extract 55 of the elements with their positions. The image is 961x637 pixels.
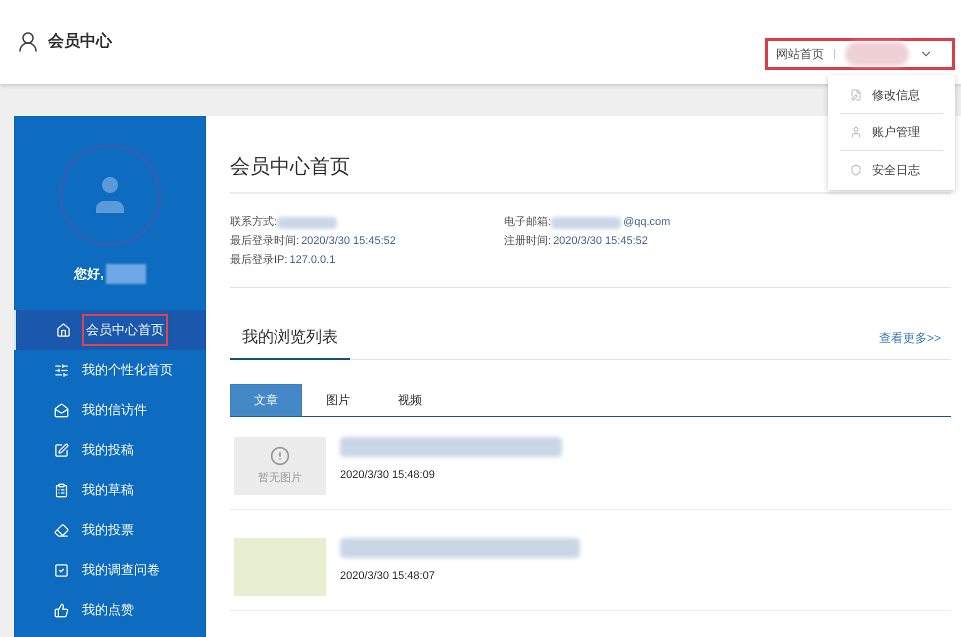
section-tab[interactable]: 我的浏览列表 [230,326,350,360]
info-value: @qq.com [623,215,670,230]
tab[interactable]: 文章 [230,384,302,416]
menu-label: 我的投稿 [82,441,134,460]
menu-item[interactable]: 修改信息 [872,86,920,104]
tab[interactable]: 视频 [374,384,446,416]
sidebar-item[interactable]: 我的投稿 [14,430,206,470]
blurred-block [106,264,146,284]
blurred-block [551,216,622,228]
info-value: 2020/3/30 15:45:52 [553,234,648,250]
blurred-block [277,216,338,228]
info-label: 注册时间: [504,234,552,250]
sidebar-item[interactable]: 我的调查问卷 [14,550,206,590]
menu-label: 我的个性化首页 [82,361,173,380]
menu-item[interactable]: 账户管理 [872,123,920,141]
sliders-icon [54,362,69,378]
menu-label: 我的信访件 [82,401,147,420]
no-image-text: 暂无图片 [258,470,302,486]
edit-icon [54,442,69,458]
user-icon [850,126,862,138]
greeting-text: 您好, [74,265,104,284]
envelope-icon [54,402,69,418]
highlight-frame: 会员中心首页 [84,316,166,344]
item-date: 2020/3/30 15:48:09 [340,468,436,483]
menu-label: 我的投票 [82,521,134,540]
menu-label: 我的点赞 [82,601,134,620]
eraser-icon [54,522,69,538]
info-label: 联系方式: [230,214,278,230]
info-label: 最后登录IP: [230,253,288,268]
edit-icon [850,89,862,101]
page-title: 会员中心 [48,31,112,52]
sidebar-item[interactable]: 我的个性化首页 [14,350,206,390]
menu-item[interactable]: 安全日志 [872,160,920,178]
sidebar-item[interactable]: 会员中心首页 [14,310,206,350]
menu-label: 我的草稿 [82,481,134,500]
item-date: 2020/3/30 15:48:07 [340,569,436,584]
info-label: 最后登录时间: [230,234,300,250]
menu-label: 我的调查问卷 [82,561,160,580]
shield-icon [850,164,862,176]
checkbox-icon [54,562,69,578]
alert-icon [270,446,290,466]
sidebar-item[interactable]: 我的点赞 [14,590,206,630]
tab[interactable]: 图片 [302,384,374,416]
thumbs-up-icon [54,602,69,618]
sidebar-item[interactable]: 我的草稿 [14,470,206,510]
sidebar-item[interactable]: 我的投票 [14,510,206,550]
sidebar-item[interactable]: 我的信访件 [14,390,206,430]
home-icon [56,322,71,338]
info-value: 127.0.0.1 [289,253,336,268]
clipboard-icon [54,482,69,498]
blurred-block [845,42,909,66]
info-label: 电子邮箱: [504,215,552,230]
home-link[interactable]: 网站首页 [776,45,824,63]
info-value: 2020/3/30 15:45:52 [301,234,396,250]
more-link[interactable]: 查看更多>> [878,329,941,347]
